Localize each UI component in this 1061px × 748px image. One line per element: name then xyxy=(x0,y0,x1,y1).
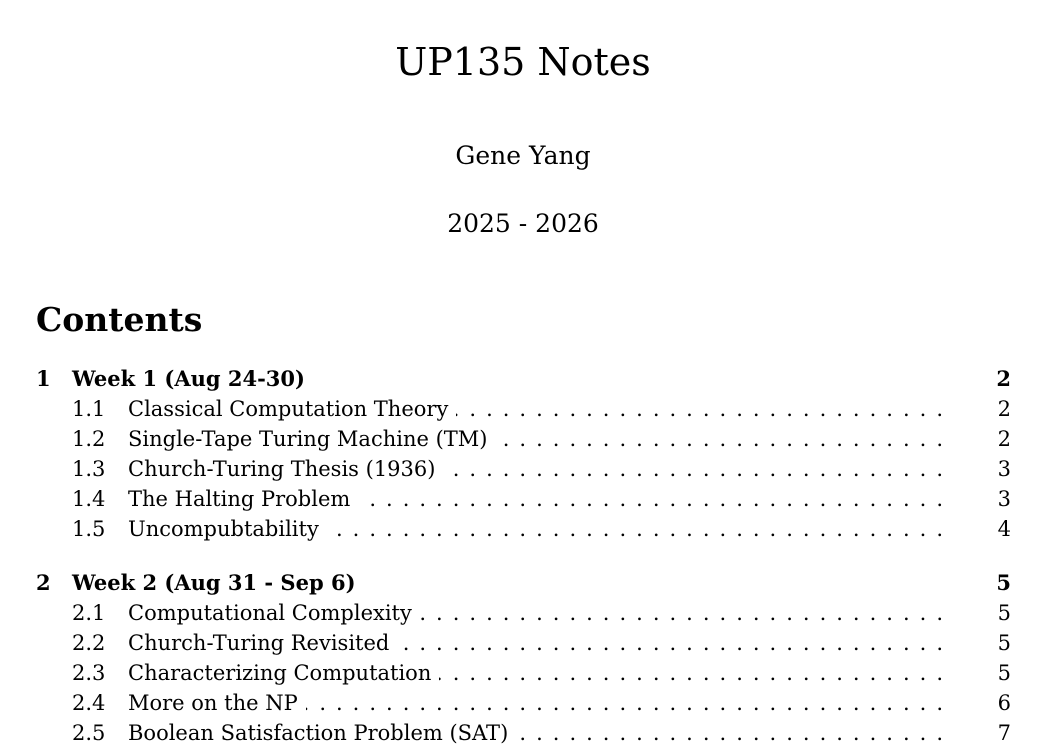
toc-subsection-title: Boolean Satisfaction Problem (SAT) xyxy=(128,721,517,745)
toc-subsection-number: 2.2 xyxy=(72,631,106,655)
toc-subsection-title: The Halting Problem xyxy=(128,487,359,511)
toc-subsection-number: 1.5 xyxy=(72,517,106,541)
toc-subsection-number: 1.1 xyxy=(72,397,106,421)
toc-section-title: Week 1 (Aug 24-30) xyxy=(72,366,305,391)
toc-subsection-title: More on the NP xyxy=(128,691,306,715)
toc-subsection-page: 2 xyxy=(997,397,1011,421)
toc-section[interactable]: 2 Week 2 (Aug 31 - Sep 6) 5 xyxy=(36,568,1011,598)
toc-subsection-title: Church-Turing Revisited xyxy=(128,631,398,655)
document-page: UP135 Notes Gene Yang 2025 - 2026 Conten… xyxy=(0,0,1061,745)
toc-subsection-page: 5 xyxy=(997,601,1011,625)
toc-section-number: 1 xyxy=(36,366,51,391)
toc-section-gap xyxy=(36,544,1011,568)
toc-section-page: 5 xyxy=(996,570,1011,595)
toc-subsection[interactable]: 1.4 ....................................… xyxy=(36,484,1011,514)
toc-subsection[interactable]: 1.3 ....................................… xyxy=(36,454,1011,484)
toc-subsection[interactable]: 2.5 ....................................… xyxy=(36,718,1011,748)
toc-subsection[interactable]: 2.2 ....................................… xyxy=(36,628,1011,658)
toc-section-number: 2 xyxy=(36,570,51,595)
toc-subsection-number: 1.3 xyxy=(72,457,106,481)
toc-subsection[interactable]: 2.1 ....................................… xyxy=(36,598,1011,628)
toc-subsection-title: Uncompubtability xyxy=(128,517,327,541)
toc-subsection-page: 3 xyxy=(997,457,1011,481)
toc-subsection-number: 1.2 xyxy=(72,427,106,451)
toc-subsection-page: 6 xyxy=(997,691,1011,715)
toc-subsection-number: 2.5 xyxy=(72,721,106,745)
toc-subsection-page: 4 xyxy=(997,517,1011,541)
toc-subsection-page: 5 xyxy=(997,661,1011,685)
toc-subsection-title: Classical Computation Theory xyxy=(128,397,457,421)
toc-subsection[interactable]: 1.1 ....................................… xyxy=(36,394,1011,424)
toc-subsection-title: Computational Complexity xyxy=(128,601,420,625)
toc-subsection-page: 7 xyxy=(997,721,1011,745)
toc-subsection[interactable]: 1.5 ....................................… xyxy=(36,514,1011,544)
toc-subsection[interactable]: 1.2 ....................................… xyxy=(36,424,1011,454)
toc-subsection-title: Church-Turing Thesis (1936) xyxy=(128,457,444,481)
toc-subsection-page: 3 xyxy=(997,487,1011,511)
toc-subsection-page: 5 xyxy=(997,631,1011,655)
toc-subsection-number: 2.1 xyxy=(72,601,106,625)
contents-heading: Contents xyxy=(36,300,203,339)
toc-subsection[interactable]: 2.3 ....................................… xyxy=(36,658,1011,688)
toc-subsection[interactable]: 2.4 ....................................… xyxy=(36,688,1011,718)
document-date: 2025 - 2026 xyxy=(447,209,599,238)
document-title: UP135 Notes xyxy=(395,40,651,84)
toc-subsection-page: 2 xyxy=(997,427,1011,451)
toc-subsection-title: Characterizing Computation xyxy=(128,661,440,685)
toc-subsection-title: Single-Tape Turing Machine (TM) xyxy=(128,427,496,451)
document-author: Gene Yang xyxy=(455,141,591,170)
toc-section-title: Week 2 (Aug 31 - Sep 6) xyxy=(72,570,356,595)
toc-subsection-number: 2.4 xyxy=(72,691,106,715)
toc-section[interactable]: 1 Week 1 (Aug 24-30) 2 xyxy=(36,364,1011,394)
toc-subsection-number: 2.3 xyxy=(72,661,106,685)
toc-subsection-number: 1.4 xyxy=(72,487,106,511)
toc-section-page: 2 xyxy=(996,366,1011,391)
table-of-contents: 1 Week 1 (Aug 24-30) 2 1.1 .............… xyxy=(36,364,1011,748)
